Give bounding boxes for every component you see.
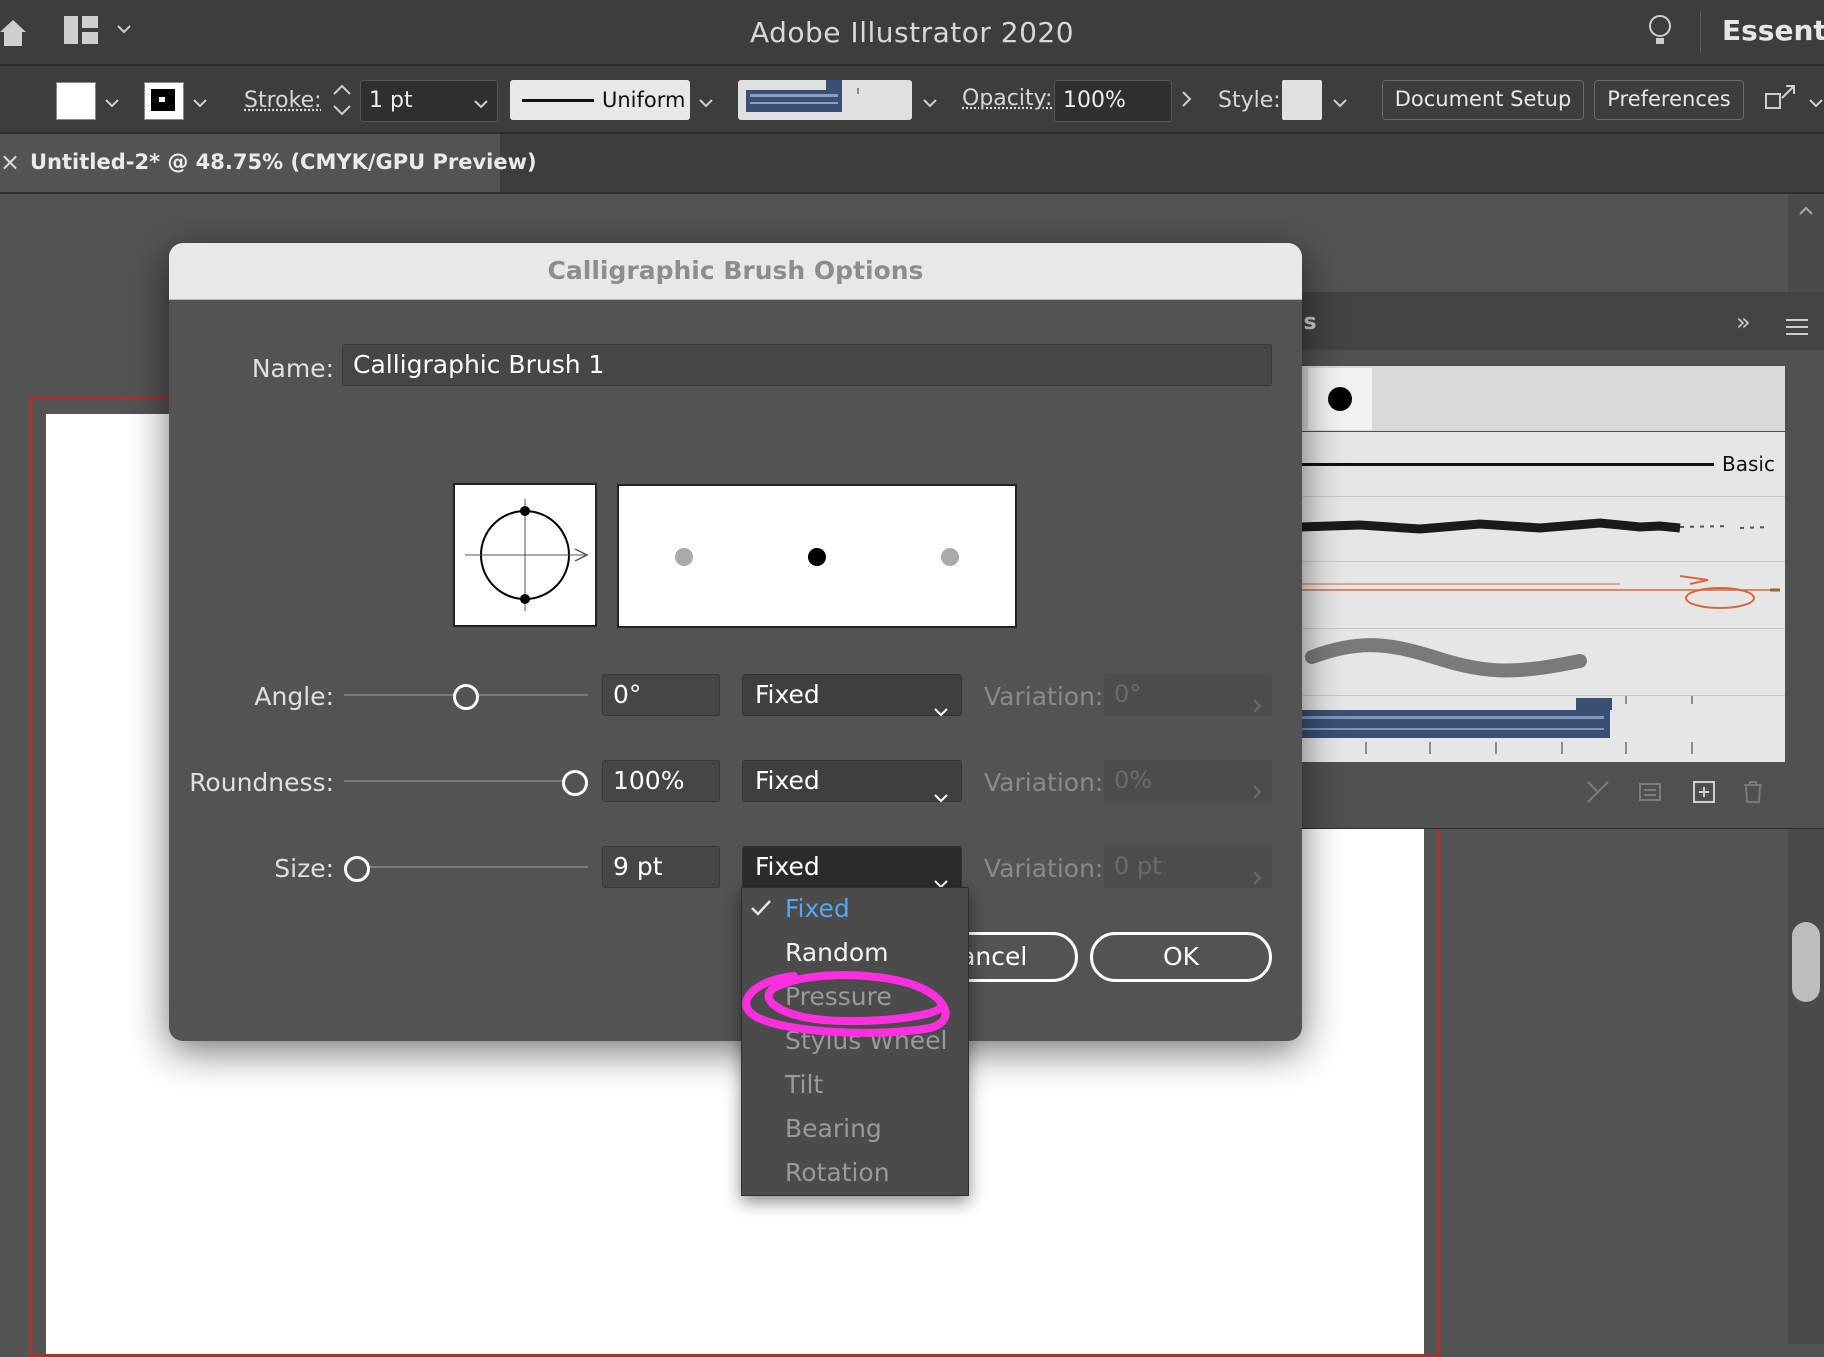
size-field[interactable]: 9 pt bbox=[602, 846, 720, 888]
roundness-variation-label: Variation: bbox=[984, 768, 1103, 797]
brush-angle-preview[interactable] bbox=[453, 483, 597, 627]
app-title: Adobe Illustrator 2020 bbox=[0, 16, 1824, 49]
brush-airbrush[interactable] bbox=[1300, 629, 1785, 696]
angle-variation-select[interactable]: Fixed bbox=[742, 674, 962, 716]
brush-definition-select[interactable] bbox=[738, 80, 912, 120]
delete-brush-icon[interactable] bbox=[1742, 780, 1764, 808]
ok-button[interactable]: OK bbox=[1090, 932, 1272, 982]
brush-shape-preview bbox=[617, 484, 1017, 628]
style-label: Style: bbox=[1218, 88, 1281, 113]
chevron-down-icon bbox=[933, 690, 949, 730]
close-icon[interactable]: × bbox=[0, 148, 20, 176]
divider bbox=[1700, 12, 1701, 52]
brush-basic[interactable]: Basic bbox=[1300, 434, 1785, 497]
chevron-right-icon bbox=[1252, 686, 1262, 726]
chevron-down-icon[interactable] bbox=[698, 94, 714, 113]
remove-brush-stroke-icon[interactable] bbox=[1586, 780, 1610, 808]
document-tab-label: Untitled-2* @ 48.75% (CMYK/GPU Preview) bbox=[30, 150, 537, 174]
angle-field[interactable]: 0° bbox=[602, 674, 720, 716]
chevron-down-icon[interactable] bbox=[192, 94, 208, 113]
menu-item-fixed[interactable]: Fixed bbox=[785, 894, 850, 923]
size-label: Size: bbox=[180, 854, 334, 883]
size-variation-label: Variation: bbox=[984, 854, 1103, 883]
roundness-variation-field[interactable]: 0% bbox=[1104, 760, 1272, 802]
size-variation-value: 0 pt bbox=[1114, 852, 1162, 880]
roundness-field[interactable]: 100% bbox=[602, 760, 720, 802]
brush-basic-label: Basic bbox=[1722, 452, 1775, 476]
stroke-profile-select[interactable]: Uniform bbox=[510, 80, 690, 120]
stroke-swatch[interactable] bbox=[144, 82, 184, 120]
roundness-mode-label: Fixed bbox=[755, 766, 820, 795]
chevron-down-icon[interactable] bbox=[473, 95, 489, 114]
stroke-weight-stepper[interactable] bbox=[328, 80, 356, 120]
chevron-down-icon[interactable] bbox=[922, 94, 938, 113]
size-slider-track[interactable] bbox=[344, 866, 588, 868]
menu-item-stylus-wheel[interactable]: Stylus Wheel bbox=[785, 1026, 948, 1055]
brush-charcoal[interactable] bbox=[1300, 497, 1785, 562]
menu-item-random[interactable]: Random bbox=[785, 938, 889, 967]
angle-variation-field[interactable]: 0° bbox=[1104, 674, 1272, 716]
chevron-down-icon[interactable] bbox=[104, 94, 120, 113]
collapse-panel-icon[interactable]: » bbox=[1736, 308, 1751, 336]
roundness-slider-track[interactable] bbox=[344, 780, 588, 782]
stroke-profile-label: Uniform bbox=[602, 88, 685, 112]
arrange-icon[interactable] bbox=[1764, 82, 1798, 120]
chevron-down-icon bbox=[933, 776, 949, 816]
chevron-down-icon[interactable] bbox=[1332, 94, 1348, 113]
brush-arrow[interactable] bbox=[1300, 562, 1785, 629]
opacity-field[interactable]: 100% bbox=[1054, 80, 1172, 122]
checkmark-icon bbox=[750, 898, 772, 922]
angle-mode-label: Fixed bbox=[755, 680, 820, 709]
chevron-right-icon bbox=[1252, 772, 1262, 812]
graphic-style-swatch[interactable] bbox=[1282, 80, 1322, 120]
workspace-label[interactable]: Essentia bbox=[1722, 14, 1824, 47]
roundness-variation-value: 0% bbox=[1114, 766, 1152, 794]
size-mode-label: Fixed bbox=[755, 852, 820, 881]
chevron-right-icon bbox=[1252, 858, 1262, 898]
calligraphic-brush-thumb[interactable] bbox=[1308, 368, 1372, 430]
roundness-variation-select[interactable]: Fixed bbox=[742, 760, 962, 802]
menu-item-rotation[interactable]: Rotation bbox=[785, 1158, 890, 1187]
dialog-title: Calligraphic Brush Options bbox=[169, 256, 1302, 285]
document-setup-button[interactable]: Document Setup bbox=[1382, 80, 1584, 120]
size-variation-field[interactable]: 0 pt bbox=[1104, 846, 1272, 888]
size-slider-knob[interactable] bbox=[344, 856, 370, 882]
name-label: Name: bbox=[200, 354, 334, 383]
stroke-weight-value: 1 pt bbox=[369, 88, 413, 113]
angle-variation-value: 0° bbox=[1114, 680, 1141, 708]
brush-name-field[interactable]: Calligraphic Brush 1 bbox=[342, 344, 1272, 386]
chevron-right-icon[interactable] bbox=[1180, 90, 1192, 112]
brush-pattern[interactable] bbox=[1300, 696, 1785, 760]
menu-item-pressure[interactable]: Pressure bbox=[785, 982, 892, 1011]
menu-item-bearing[interactable]: Bearing bbox=[785, 1114, 882, 1143]
chevron-down-icon[interactable] bbox=[1808, 94, 1824, 113]
angle-variation-label: Variation: bbox=[984, 682, 1103, 711]
opacity-label[interactable]: Opacity: bbox=[962, 86, 1052, 111]
lightbulb-icon[interactable] bbox=[1648, 14, 1672, 52]
roundness-label: Roundness: bbox=[180, 768, 334, 797]
menu-item-tilt[interactable]: Tilt bbox=[785, 1070, 823, 1099]
new-brush-icon[interactable] bbox=[1692, 780, 1716, 808]
scrollbar-thumb[interactable] bbox=[1792, 922, 1820, 1002]
preferences-button[interactable]: Preferences bbox=[1594, 80, 1744, 120]
brush-thumbnail-row bbox=[1300, 366, 1785, 431]
roundness-slider-knob[interactable] bbox=[562, 770, 588, 796]
panel-menu-icon[interactable] bbox=[1786, 318, 1808, 340]
brush-options-icon[interactable] bbox=[1638, 780, 1662, 808]
fill-swatch[interactable] bbox=[56, 82, 96, 120]
stroke-label[interactable]: Stroke: bbox=[244, 88, 322, 113]
angle-slider-knob[interactable] bbox=[453, 684, 479, 710]
opacity-value: 100% bbox=[1063, 88, 1126, 113]
angle-label: Angle: bbox=[180, 682, 334, 711]
stroke-weight-field[interactable]: 1 pt bbox=[360, 80, 498, 122]
size-variation-select[interactable]: Fixed bbox=[742, 846, 962, 888]
